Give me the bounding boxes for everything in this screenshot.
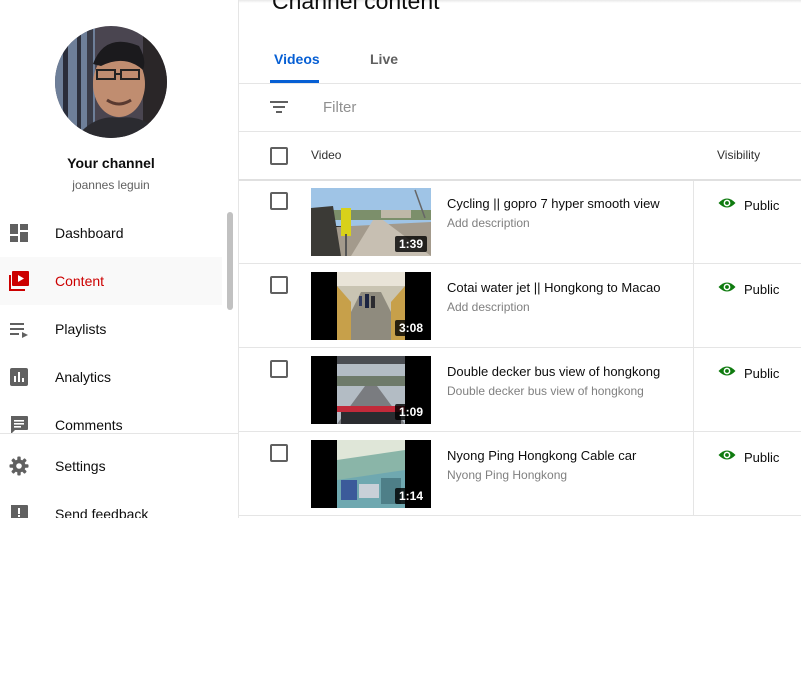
content-icon <box>8 270 30 292</box>
page-title: Channel content <box>272 0 440 14</box>
divider <box>239 131 801 132</box>
channel-name: joannes leguin <box>72 178 150 192</box>
feedback-icon <box>8 503 30 518</box>
row-checkbox[interactable] <box>270 360 288 378</box>
video-title[interactable]: Cotai water jet || Hongkong to Macao <box>447 280 660 295</box>
eye-icon <box>718 448 736 466</box>
video-description[interactable]: Nyong Ping Hongkong <box>447 468 567 482</box>
eye-icon <box>718 280 736 298</box>
video-description[interactable]: Add description <box>447 216 530 230</box>
eye-icon <box>718 196 736 214</box>
video-title[interactable]: Double decker bus view of hongkong <box>447 364 660 379</box>
table-row[interactable]: 1:09 Double decker bus view of hongkong … <box>239 348 801 432</box>
sidebar-item-label: Analytics <box>55 369 112 385</box>
sidebar-item-label: Comments <box>55 417 123 433</box>
visibility-status[interactable]: Public <box>718 280 779 298</box>
tab-videos[interactable]: Videos <box>274 51 320 67</box>
sidebar-item-label: Dashboard <box>55 225 124 241</box>
table-row[interactable]: 1:39 Cycling || gopro 7 hyper smooth vie… <box>239 180 801 264</box>
dashboard-icon <box>8 222 30 244</box>
sidebar-item-label: Settings <box>55 458 106 474</box>
visibility-label: Public <box>744 365 780 381</box>
eye-icon <box>718 364 736 382</box>
video-duration: 3:08 <box>394 320 427 336</box>
visibility-status[interactable]: Public <box>718 196 779 214</box>
video-duration: 1:39 <box>394 236 427 252</box>
row-divider <box>239 515 801 516</box>
sidebar-item-label: Playlists <box>55 321 107 337</box>
sidebar-divider <box>0 433 238 434</box>
sidebar-scrollbar[interactable] <box>227 212 233 310</box>
channel-avatar[interactable] <box>55 26 167 138</box>
filter-icon[interactable] <box>270 100 288 119</box>
sidebar-item-settings[interactable]: Settings <box>0 442 222 490</box>
sidebar-item-analytics[interactable]: Analytics <box>0 353 222 401</box>
video-thumbnail[interactable]: 1:14 <box>311 440 431 508</box>
visibility-status[interactable]: Public <box>718 448 779 466</box>
table-row[interactable]: 1:14 Nyong Ping Hongkong Cable car Nyong… <box>239 432 801 516</box>
video-title[interactable]: Nyong Ping Hongkong Cable car <box>447 448 636 463</box>
row-checkbox[interactable] <box>270 192 288 210</box>
video-thumbnail[interactable]: 1:39 <box>311 188 431 256</box>
video-thumbnail[interactable]: 1:09 <box>311 356 431 424</box>
sidebar-item-playlists[interactable]: Playlists <box>0 305 222 353</box>
visibility-status[interactable]: Public <box>718 364 779 382</box>
sidebar-item-content[interactable]: Content <box>0 257 222 305</box>
video-description[interactable]: Double decker bus view of hongkong <box>447 384 644 398</box>
row-checkbox[interactable] <box>270 444 288 462</box>
visibility-label: Public <box>744 281 780 297</box>
gear-icon <box>8 455 30 477</box>
table-row[interactable]: 3:08 Cotai water jet || Hongkong to Maca… <box>239 264 801 348</box>
your-channel-label: Your channel <box>67 155 155 171</box>
column-header-video[interactable]: Video <box>311 148 341 162</box>
divider <box>239 83 801 84</box>
video-title[interactable]: Cycling || gopro 7 hyper smooth view <box>447 196 660 211</box>
column-header-visibility[interactable]: Visibility <box>717 148 760 162</box>
tab-live[interactable]: Live <box>370 51 398 67</box>
visibility-label: Public <box>744 449 780 465</box>
video-thumbnail[interactable]: 3:08 <box>311 272 431 340</box>
playlists-icon <box>8 318 30 340</box>
sidebar-item-label: Send feedback <box>55 506 149 518</box>
analytics-icon <box>8 366 30 388</box>
sidebar-item-label: Content <box>55 273 105 289</box>
sidebar-item-dashboard[interactable]: Dashboard <box>0 209 222 257</box>
video-duration: 1:14 <box>394 488 427 504</box>
video-description[interactable]: Add description <box>447 300 530 314</box>
row-checkbox[interactable] <box>270 276 288 294</box>
video-duration: 1:09 <box>394 404 427 420</box>
select-all-checkbox[interactable] <box>270 147 288 165</box>
filter-input[interactable]: Filter <box>323 99 356 116</box>
visibility-label: Public <box>744 197 780 213</box>
sidebar-item-send-feedback[interactable]: Send feedback <box>0 490 222 518</box>
sidebar: Your channel joannes leguin Dashboard Co… <box>0 0 239 518</box>
